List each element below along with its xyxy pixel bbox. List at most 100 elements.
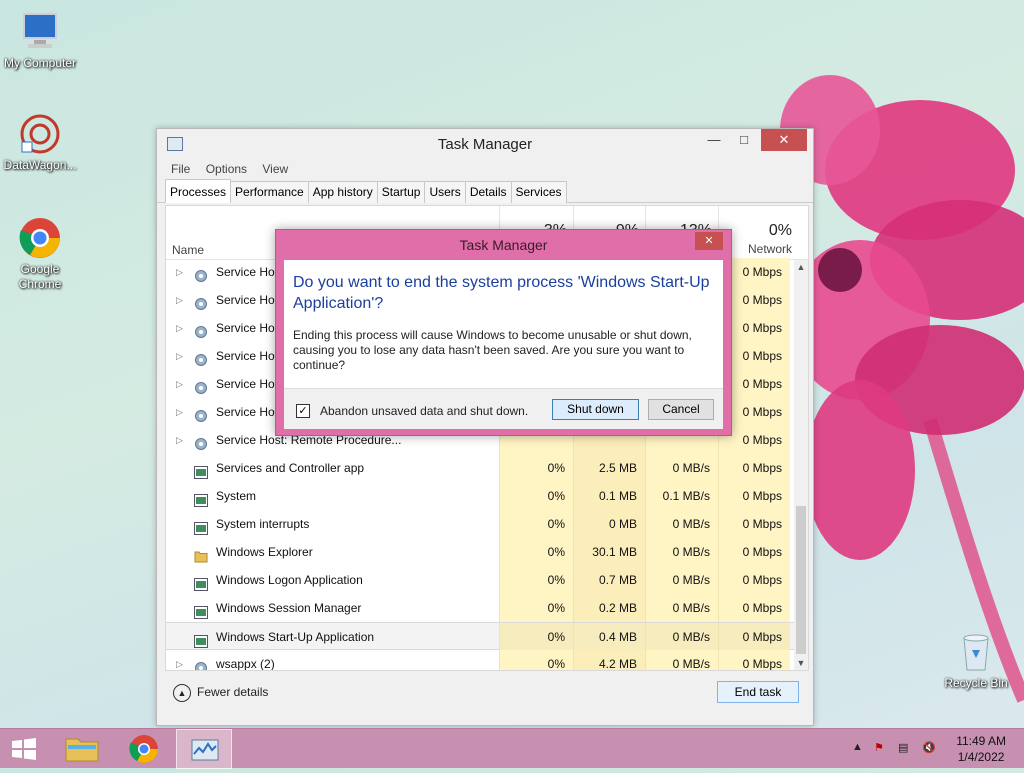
start-button[interactable] [0,729,48,769]
desktop-icon-my-computer[interactable]: My Computer [0,10,80,71]
desktop-icon-google-chrome[interactable]: Google Chrome [0,216,80,292]
cancel-button[interactable]: Cancel [648,399,714,420]
expand-arrow-icon[interactable]: ▷ [176,314,183,342]
process-name: Service Host [216,349,285,363]
expand-arrow-icon[interactable]: ▷ [176,342,183,370]
tab-strip: Processes Performance App history Startu… [157,179,813,203]
minimize-button[interactable]: — [699,129,729,151]
chrome-icon [18,216,62,260]
action-center-flag-icon[interactable]: ⚑ [874,741,884,754]
expand-arrow-icon[interactable]: ▷ [176,426,183,454]
expand-arrow-icon[interactable]: ▷ [176,398,183,426]
desktop-icon-datawagon[interactable]: DataWagon... [0,112,80,173]
app-icon [194,601,208,619]
tab-startup[interactable]: Startup [376,181,426,203]
volume-muted-icon[interactable]: 🔇 [922,741,936,754]
abandon-data-label[interactable]: Abandon unsaved data and shut down. [320,404,528,418]
network-icon[interactable]: ▤ [898,741,908,754]
fewer-details-button[interactable]: ▲ Fewer details [173,684,268,702]
desktop-icon-label: DataWagon... [3,158,77,172]
task-manager-icon [191,739,219,761]
scroll-up-arrow[interactable]: ▲ [794,260,808,274]
process-name: System interrupts [216,517,310,531]
network-cell: 0 Mbps [718,538,790,566]
process-name: wsappx (2) [216,657,275,671]
tab-details[interactable]: Details [464,181,512,203]
maximize-button[interactable]: □ [729,129,759,151]
cpu-cell: 0% [499,538,573,566]
gear-icon [194,321,208,338]
dialog-title: Task Manager [459,237,548,253]
taskbar-file-explorer[interactable] [54,729,110,769]
app-icon [194,630,208,648]
process-row[interactable]: Services and Controller app 0% 2.5 MB 0 MB/… [166,454,798,482]
end-task-button[interactable]: End task [717,681,799,703]
network-cell: 0 Mbps [718,454,790,482]
vertical-scrollbar[interactable]: ▲ ▼ [794,260,808,670]
memory-cell: 0.1 MB [573,482,645,510]
taskbar-chrome[interactable] [116,729,172,769]
cpu-cell: 0% [499,454,573,482]
memory-cell: 0.7 MB [573,566,645,594]
folder-icon [194,545,208,563]
process-row[interactable]: ▷ wsappx (2) 0% 4.2 MB 0 MB/s 0 Mbps [166,650,798,671]
disk-cell: 0 MB/s [645,454,718,482]
process-row[interactable]: System interrupts 0% 0 MB 0 MB/s 0 Mbps [166,510,798,538]
menu-view[interactable]: View [262,162,288,176]
expand-arrow-icon[interactable]: ▷ [176,650,183,670]
taskbar: ▲ ⚑ ▤ 🔇 11:49 AM 1/4/2022 [0,728,1024,769]
gear-icon [194,433,208,450]
process-name: Windows Logon Application [216,573,363,587]
taskbar-task-manager[interactable] [176,729,232,769]
memory-cell: 2.5 MB [573,454,645,482]
recycle-bin-icon [954,630,998,674]
title-bar[interactable]: Task Manager — □ ✕ [157,129,813,159]
disk-cell: 0 MB/s [645,538,718,566]
cpu-cell: 0% [499,650,573,670]
desktop-icon-label: Recycle Bin [944,676,1008,690]
menu-options[interactable]: Options [206,162,247,176]
disk-cell: 0 MB/s [645,594,718,622]
app-icon [194,489,208,507]
close-button[interactable]: ✕ [761,129,807,151]
cpu-cell: 0% [499,566,573,594]
column-name[interactable]: Name [172,243,204,257]
process-name: Service Host [216,321,285,335]
confirm-dialog: Task Manager ✕ Do you want to end the sy… [275,229,732,436]
menu-file[interactable]: File [171,162,190,176]
desktop-icon-label: Google Chrome [18,262,62,291]
clock[interactable]: 11:49 AM 1/4/2022 [956,733,1006,765]
desktop-icon-recycle-bin[interactable]: Recycle Bin [936,630,1016,691]
scroll-thumb[interactable] [796,506,806,654]
memory-cell: 4.2 MB [573,650,645,670]
expand-arrow-icon[interactable]: ▷ [176,286,183,314]
tab-processes[interactable]: Processes [165,179,232,203]
datawagon-icon [18,112,62,156]
process-row[interactable]: System 0% 0.1 MB 0.1 MB/s 0 Mbps [166,482,798,510]
shut-down-button[interactable]: Shut down [552,399,639,420]
dialog-close-button[interactable]: ✕ [695,232,723,250]
folder-icon [65,738,99,762]
disk-cell: 0 MB/s [645,510,718,538]
network-cell: 0 Mbps [718,482,790,510]
tab-users[interactable]: Users [424,181,466,203]
tab-app-history[interactable]: App history [307,181,378,203]
disk-cell: 0.1 MB/s [645,482,718,510]
memory-cell: 30.1 MB [573,538,645,566]
tab-services[interactable]: Services [510,181,567,203]
abandon-data-checkbox[interactable]: ✓ [296,404,310,418]
scroll-down-arrow[interactable]: ▼ [794,656,808,670]
process-row[interactable]: Windows Start-Up Application 0% 0.4 MB 0 MB… [166,622,798,651]
expand-arrow-icon[interactable]: ▷ [176,258,183,286]
dialog-question: Do you want to end the system process 'W… [293,274,710,312]
tab-performance[interactable]: Performance [230,181,309,203]
process-name: Service Host [216,405,285,419]
expand-arrow-icon[interactable]: ▷ [176,370,183,398]
computer-icon [18,10,62,54]
process-name: System [216,489,257,503]
memory-cell: 0.4 MB [573,623,645,651]
process-row[interactable]: Windows Explorer 0% 30.1 MB 0 MB/s 0 Mbps [166,538,798,566]
process-row[interactable]: Windows Session Manager 0% 0.2 MB 0 MB/s 0 M… [166,594,798,622]
show-hidden-icons-icon[interactable]: ▲ [852,741,863,753]
process-row[interactable]: Windows Logon Application 0% 0.7 MB 0 MB/s 0… [166,566,798,594]
